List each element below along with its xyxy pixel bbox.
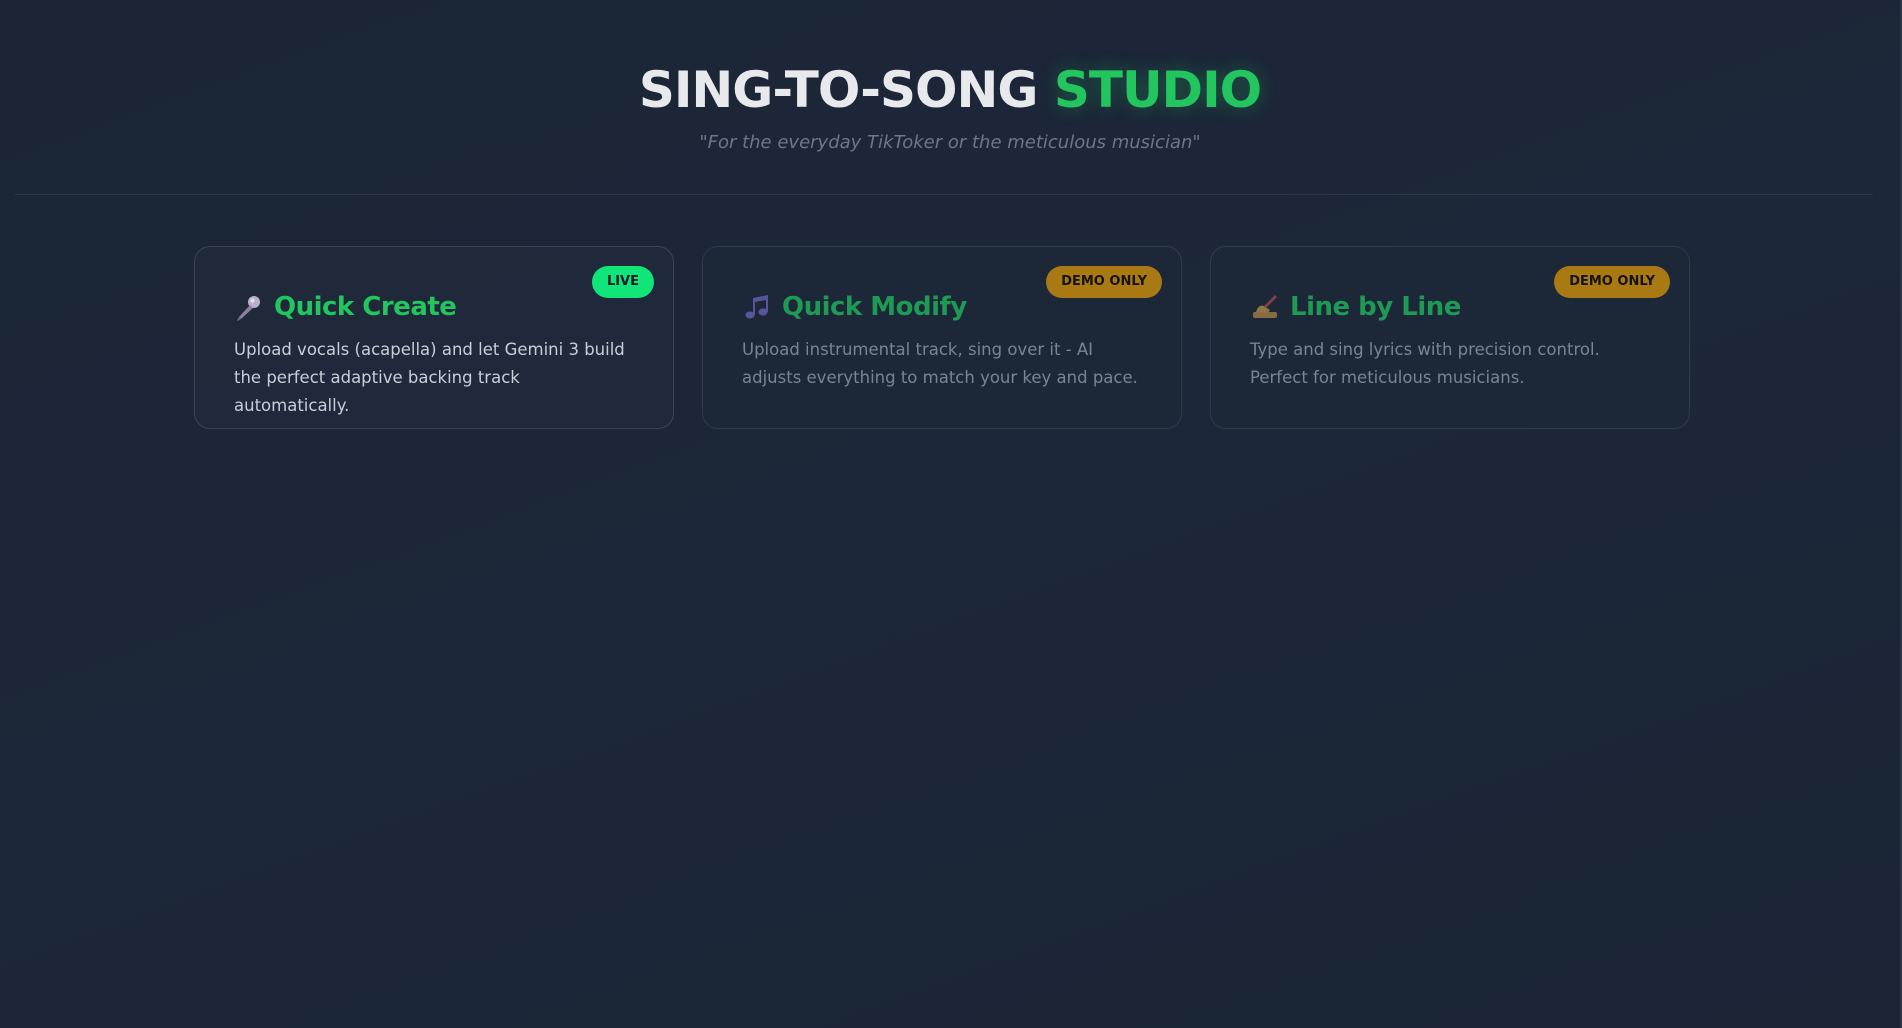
app-page: SING-TO-SONG STUDIO "For the everyday Ti… [0,0,1900,1028]
mode-card-quick-create[interactable]: LIVE Quick Create Upload vocals (acapell… [194,246,674,429]
card-title: Quick Create [274,292,457,322]
mode-card-quick-modify[interactable]: DEMO ONLY Quick Modify Upload instrument… [702,246,1182,429]
writing-hand-icon [1253,295,1277,318]
mode-card-line-by-line[interactable]: DEMO ONLY Line by Line Type and sing lyr… [1210,246,1690,429]
demo-only-badge: DEMO ONLY [1554,266,1670,298]
page-title: SING-TO-SONG STUDIO [0,58,1900,122]
card-title: Line by Line [1290,292,1461,322]
page-tagline: "For the everyday TikToker or the meticu… [699,132,1201,153]
title-part-accent: STUDIO [1053,61,1262,119]
title-part-main: SING-TO-SONG [638,61,1039,119]
microphone-icon [237,296,260,321]
card-header: Quick Modify [742,285,967,329]
card-header: Quick Create [234,285,457,329]
music-note-icon [745,295,768,319]
card-header: Line by Line [1250,285,1461,329]
card-description: Upload instrumental track, sing over it … [742,340,1138,387]
card-description: Type and sing lyrics with precision cont… [1250,340,1600,387]
card-title: Quick Modify [782,292,967,322]
card-description: Upload vocals (acapella) and let Gemini … [234,340,625,415]
demo-only-badge: DEMO ONLY [1046,266,1162,298]
live-badge: LIVE [591,266,654,298]
header-divider [15,194,1873,195]
